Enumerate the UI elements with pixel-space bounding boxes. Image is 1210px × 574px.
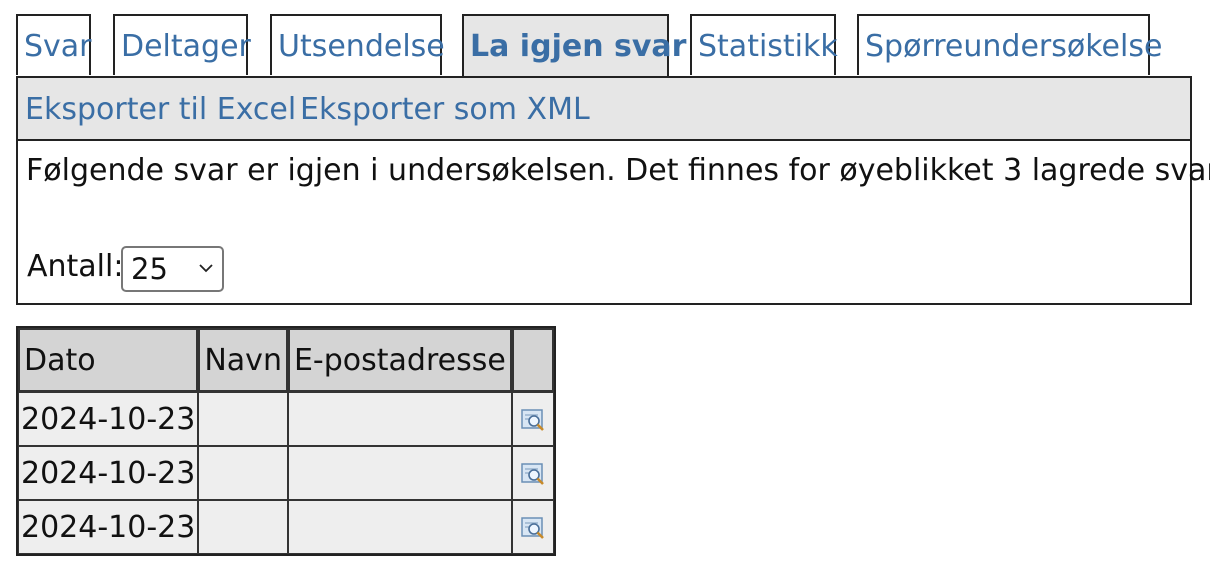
row-name — [198, 392, 288, 446]
info-text: Følgende svar er igjen i undersøkelsen. … — [26, 153, 1210, 188]
count-select-value: 25 — [131, 252, 168, 286]
tab-deltager[interactable]: Deltager — [113, 14, 251, 75]
tab-utsendelse[interactable]: Utsendelse — [270, 14, 445, 75]
row-email — [287, 392, 512, 446]
header-epost: E-postadresse — [287, 328, 512, 392]
row-name — [198, 500, 288, 554]
header-navn: Navn — [198, 328, 288, 392]
chevron-down-icon — [199, 264, 213, 273]
header-dato: Dato — [18, 328, 199, 392]
export-xml-link[interactable]: Eksporter som XML — [300, 78, 590, 142]
row-date: 2024-10-23 — [18, 446, 199, 500]
tab-statistikk[interactable]: Statistikk — [690, 14, 838, 75]
row-action — [511, 500, 554, 554]
view-details-icon[interactable] — [520, 407, 546, 433]
tab-sporreundersokelse[interactable]: Spørreundersøkelse — [857, 14, 1162, 75]
page: Svar Deltager Utsendelse La igjen svar S… — [0, 0, 1210, 574]
export-excel-link[interactable]: Eksporter til Excel — [25, 78, 296, 142]
count-label: Antall: — [27, 249, 124, 284]
table-row: 2024-10-23 — [18, 446, 554, 500]
tab-la-igjen-svar[interactable]: La igjen svar — [462, 14, 686, 77]
view-details-icon[interactable] — [520, 515, 546, 541]
table-row: 2024-10-23 — [18, 392, 554, 446]
row-date: 2024-10-23 — [18, 500, 199, 554]
table-row: 2024-10-23 — [18, 500, 554, 554]
row-action — [511, 392, 554, 446]
tab-svar[interactable]: Svar — [16, 14, 92, 75]
count-select[interactable]: 25 — [121, 246, 224, 292]
row-email — [287, 446, 512, 500]
row-name — [198, 446, 288, 500]
export-toolbar: Eksporter til Excel Eksporter som XML — [16, 76, 1192, 140]
row-date: 2024-10-23 — [18, 392, 199, 446]
results-table: Dato Navn E-postadresse 2024-10-23 2024-… — [16, 326, 556, 556]
row-email — [287, 500, 512, 554]
table-header-row: Dato Navn E-postadresse — [18, 328, 554, 392]
content-panel: Følgende svar er igjen i undersøkelsen. … — [16, 139, 1210, 305]
view-details-icon[interactable] — [520, 461, 546, 487]
row-action — [511, 446, 554, 500]
header-actions — [511, 328, 554, 392]
